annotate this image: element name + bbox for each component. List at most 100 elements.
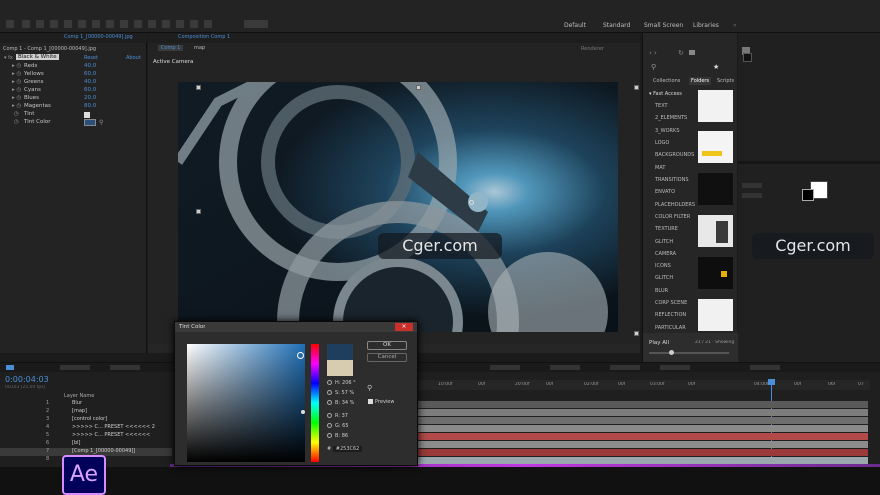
subtab-map[interactable]: map bbox=[194, 45, 205, 51]
subtab-comp1[interactable]: Comp 1 bbox=[158, 45, 184, 51]
blue-radio[interactable]: B: 86 bbox=[327, 433, 348, 439]
slider-knob[interactable] bbox=[669, 350, 674, 355]
thumbnail-size-slider[interactable] bbox=[649, 350, 729, 355]
stopwatch-icon[interactable]: ◷ bbox=[14, 119, 19, 125]
layer-track-bar[interactable] bbox=[418, 449, 868, 456]
folder-item[interactable]: 2_ELEMENTS bbox=[655, 115, 687, 121]
stopwatch-icon[interactable]: ▸ ◷ bbox=[12, 63, 21, 69]
refresh-icon[interactable]: ↻ bbox=[678, 49, 684, 57]
effect-about-link[interactable]: About bbox=[126, 55, 141, 61]
timeline-tab[interactable] bbox=[550, 365, 580, 370]
hex-field[interactable]: # #253C62 bbox=[327, 446, 363, 452]
composition-tab[interactable]: Composition Comp 1 bbox=[178, 34, 230, 40]
layer-row[interactable]: 1 Blur bbox=[0, 400, 172, 408]
fast-access-header[interactable]: ▾ Fast Access bbox=[649, 91, 682, 97]
folder-item[interactable]: TEXT bbox=[655, 103, 668, 109]
folder-item[interactable]: REFLECTION bbox=[655, 312, 686, 318]
pan-tool-icon[interactable] bbox=[78, 20, 86, 28]
folder-item[interactable]: CORP SCENE bbox=[655, 300, 687, 306]
effect-param-row[interactable]: ▸ ◷ Yellows 60.0 bbox=[4, 71, 144, 79]
effect-param-row[interactable]: ▸ ◷ Reds 40.0 bbox=[4, 63, 144, 71]
hue-slider-arrow[interactable] bbox=[301, 410, 305, 414]
transform-handle[interactable] bbox=[634, 85, 639, 90]
preset-thumbnail[interactable] bbox=[698, 131, 733, 163]
folder-item[interactable]: ICONS bbox=[655, 263, 671, 269]
effect-param-row[interactable]: ▸ ◷ Cyans 60.0 bbox=[4, 87, 144, 95]
layer-row[interactable]: 3 [control color] bbox=[0, 416, 172, 424]
folder-item[interactable]: GLITCH bbox=[655, 275, 673, 281]
timeline-tab[interactable] bbox=[750, 365, 780, 370]
layer-track-bar[interactable] bbox=[418, 433, 868, 440]
renderer-label[interactable]: Renderer bbox=[581, 46, 604, 52]
hue-slider[interactable] bbox=[311, 344, 319, 462]
layer-track-bar[interactable] bbox=[418, 425, 868, 432]
folder-item[interactable]: TEXTURE bbox=[655, 226, 678, 232]
timeline-tab[interactable] bbox=[60, 365, 90, 370]
stopwatch-icon[interactable]: ▸ ◷ bbox=[12, 103, 21, 109]
eyedropper-icon[interactable]: ⚲ bbox=[367, 384, 372, 392]
preset-thumbnail[interactable] bbox=[698, 299, 733, 331]
search-icon[interactable]: ⚲ bbox=[651, 63, 656, 71]
timeline-tab[interactable] bbox=[6, 365, 14, 370]
layer-track-bar[interactable] bbox=[418, 409, 868, 416]
folder-item[interactable]: LOGO bbox=[655, 140, 669, 146]
preset-thumbnail[interactable] bbox=[698, 90, 733, 122]
preset-thumbnail[interactable] bbox=[698, 173, 733, 205]
tab-scripts[interactable]: Scripts bbox=[717, 78, 734, 84]
workspace-libraries[interactable]: Libraries bbox=[693, 22, 719, 29]
snapping-toggle[interactable] bbox=[244, 20, 268, 28]
folder-item[interactable]: ENVATO bbox=[655, 189, 675, 195]
pen-tool-icon[interactable] bbox=[120, 20, 128, 28]
effect-header-row[interactable]: ▾ fx Black & White Reset About bbox=[4, 54, 144, 63]
layer-track-bar[interactable] bbox=[418, 457, 868, 464]
checkbox-box[interactable] bbox=[368, 399, 373, 404]
folder-item[interactable]: BACKGROUNDS bbox=[655, 152, 694, 158]
layer-row[interactable]: 4 >>>>> C... PRESET <<<<<< 2 bbox=[0, 424, 172, 432]
transform-handle[interactable] bbox=[416, 85, 421, 90]
green-radio[interactable]: G: 65 bbox=[327, 423, 349, 429]
panel-control[interactable] bbox=[742, 193, 762, 198]
eyedropper-icon[interactable]: ⚲ bbox=[99, 119, 103, 126]
workspace-default[interactable]: Default bbox=[564, 22, 586, 29]
folder-item[interactable]: TRANSITIONS bbox=[655, 177, 689, 183]
clone-tool-icon[interactable] bbox=[162, 20, 170, 28]
stopwatch-icon[interactable]: ▸ ◷ bbox=[12, 79, 21, 85]
layer-row[interactable]: 5 >>>>> C... PRESET <<<<<< bbox=[0, 432, 172, 440]
layer-row[interactable]: 2 [map] bbox=[0, 408, 172, 416]
tab-collections[interactable]: Collections bbox=[653, 78, 680, 84]
workspace-more-icon[interactable]: » bbox=[733, 22, 737, 29]
preset-thumbnail[interactable] bbox=[698, 215, 733, 247]
stopwatch-icon[interactable]: ◷ bbox=[14, 111, 19, 117]
panel-control[interactable] bbox=[742, 183, 762, 188]
layer-track-bar[interactable] bbox=[418, 441, 868, 448]
play-all-button[interactable]: Play All bbox=[649, 340, 669, 346]
time-ruler[interactable]: 10:00f 00f 20:00f 00f 02:00f 00f 03:00f … bbox=[418, 380, 870, 390]
workspace-standard[interactable]: Standard bbox=[603, 22, 630, 29]
effect-param-row[interactable]: ▸ ◷ Blues 20.0 bbox=[4, 95, 144, 103]
ok-button[interactable]: OK bbox=[367, 341, 407, 350]
saturation-brightness-field[interactable] bbox=[187, 344, 305, 462]
stroke-color-swatch[interactable] bbox=[802, 189, 814, 201]
zoom-tool-icon[interactable] bbox=[50, 20, 58, 28]
folder-item[interactable]: CAMERA bbox=[655, 251, 676, 257]
nav-back-icon[interactable]: ‹ › bbox=[649, 49, 657, 57]
folder-item[interactable]: MAT bbox=[655, 165, 665, 171]
home-icon[interactable] bbox=[6, 20, 14, 28]
saturation-radio[interactable]: S: 57 % bbox=[327, 390, 354, 396]
folder-item[interactable]: BLUR bbox=[655, 288, 668, 294]
cancel-button[interactable]: Cancel bbox=[367, 353, 407, 362]
layer-track-bar[interactable] bbox=[418, 401, 868, 408]
stopwatch-icon[interactable]: ▸ ◷ bbox=[12, 95, 21, 101]
composition-canvas[interactable] bbox=[178, 82, 618, 332]
layer-name-header[interactable]: Layer Name bbox=[64, 393, 94, 399]
favorite-star-icon[interactable]: ★ bbox=[713, 63, 719, 71]
dolly-tool-icon[interactable] bbox=[92, 20, 100, 28]
folder-item[interactable]: PLACEHOLDERS bbox=[655, 202, 695, 208]
type-tool-icon[interactable] bbox=[134, 20, 142, 28]
red-radio[interactable]: R: 37 bbox=[327, 413, 348, 419]
layer-track-bar[interactable] bbox=[418, 417, 868, 424]
eraser-tool-icon[interactable] bbox=[176, 20, 184, 28]
close-icon[interactable]: × bbox=[395, 323, 413, 331]
tint-color-swatch[interactable] bbox=[84, 119, 96, 126]
brightness-radio[interactable]: B: 34 % bbox=[327, 400, 354, 406]
